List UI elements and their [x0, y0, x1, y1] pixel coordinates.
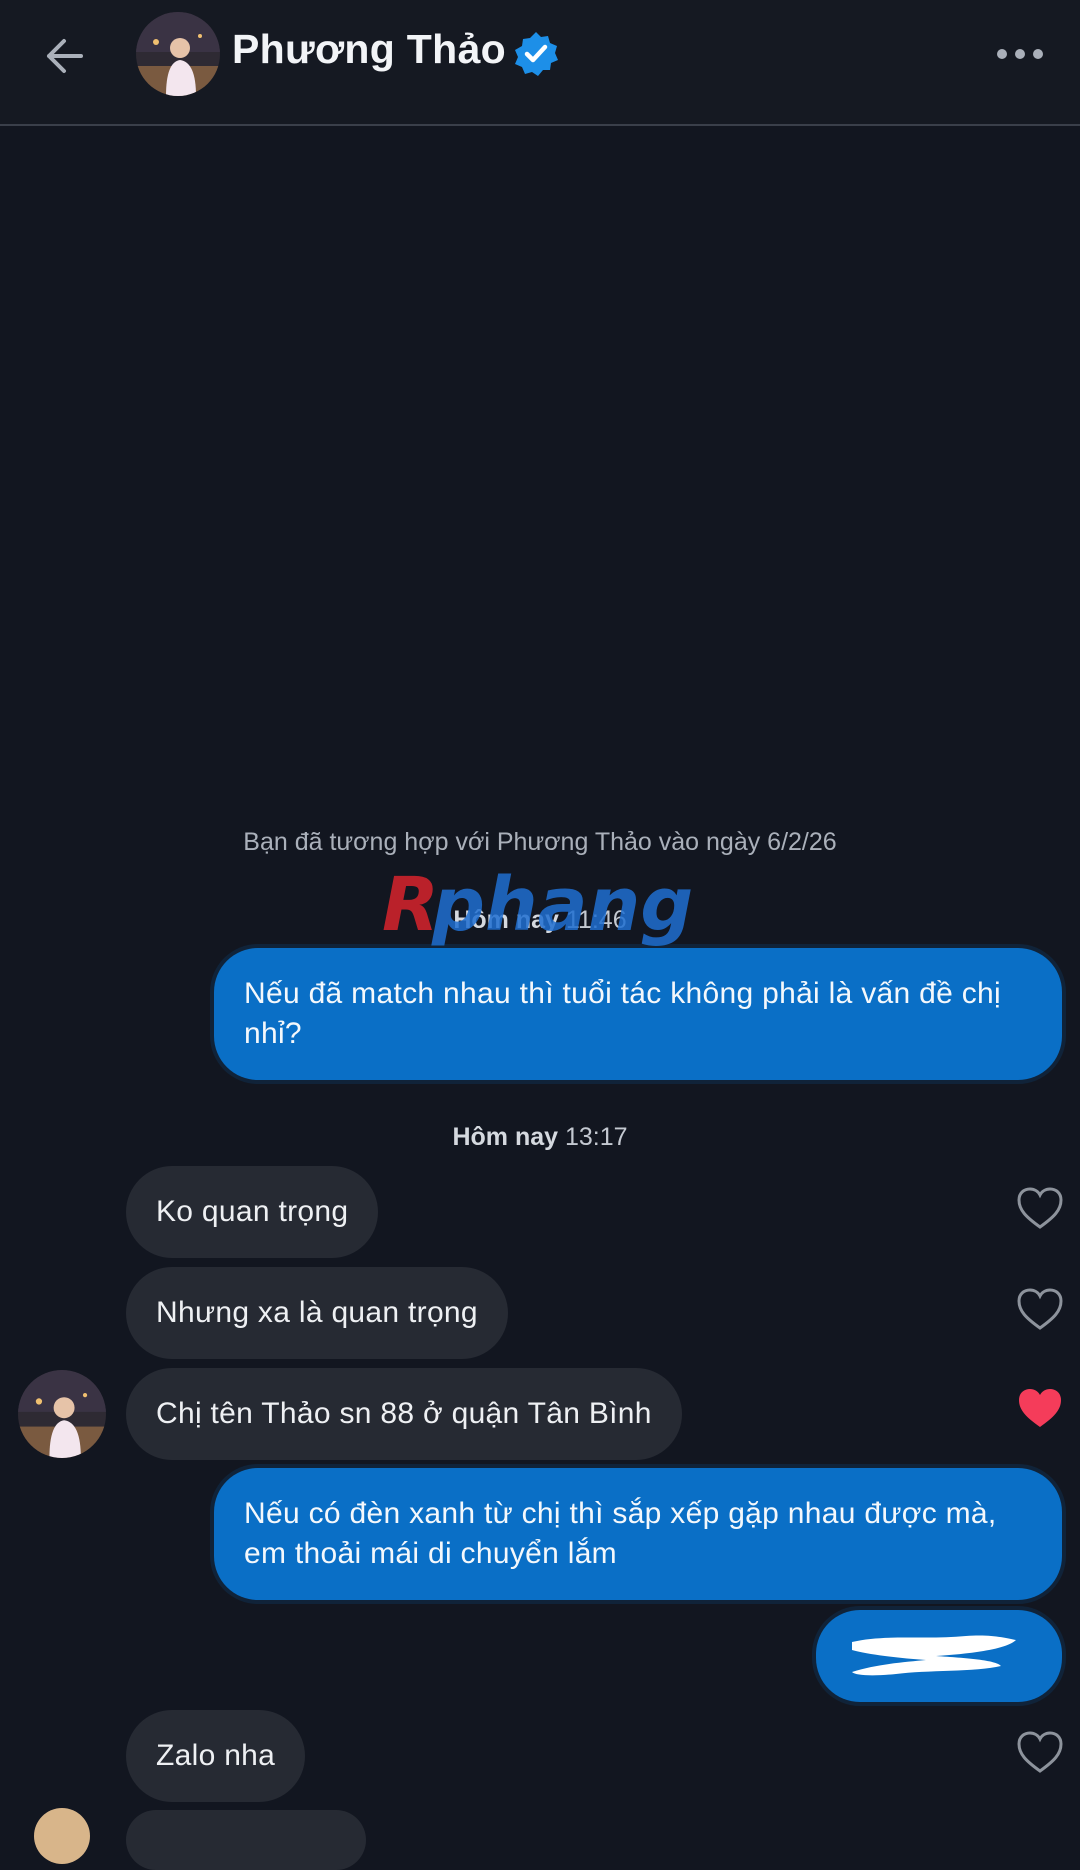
more-horizontal-icon: [997, 49, 1043, 59]
redaction-scribble: [852, 1635, 1016, 1676]
arrow-left-icon: [47, 39, 83, 73]
message-incoming-partial[interactable]: [126, 1810, 366, 1870]
message-incoming[interactable]: Ko quan trọng: [126, 1166, 379, 1258]
heart-icon[interactable]: [1016, 1287, 1064, 1331]
heart-icon[interactable]: [1016, 1186, 1064, 1230]
heart-icon[interactable]: [1016, 1730, 1064, 1774]
message-incoming[interactable]: Chị tên Thảo sn 88 ở quận Tân Bình: [126, 1368, 682, 1460]
message-outgoing-redacted[interactable]: [816, 1610, 1062, 1702]
back-button[interactable]: [36, 28, 92, 84]
sender-avatar[interactable]: [18, 1370, 106, 1458]
match-notice: Bạn đã tương hợp với Phương Thảo vào ngà…: [243, 828, 837, 856]
message-incoming[interactable]: Nhưng xa là quan trọng: [126, 1267, 508, 1359]
sender-avatar[interactable]: [34, 1808, 90, 1864]
avatar-photo: [18, 1370, 106, 1458]
avatar-photo: [136, 12, 220, 96]
timestamp-time: 13:17: [564, 1123, 628, 1151]
contact-avatar[interactable]: [136, 12, 220, 96]
chat-header: Phương Thảo: [0, 0, 1080, 126]
timestamp-day: Hôm nay: [452, 1123, 559, 1151]
timestamp: Hôm nay 13:17: [0, 1123, 1080, 1152]
more-options-button[interactable]: [990, 30, 1050, 78]
timestamp: Hôm nay 11:46: [0, 906, 1080, 935]
contact-name[interactable]: Phương Thảo: [232, 26, 506, 73]
heart-filled-icon[interactable]: [1016, 1386, 1064, 1430]
message-outgoing[interactable]: Nếu có đèn xanh từ chị thì sắp xếp gặp n…: [214, 1468, 1062, 1600]
verified-badge-icon: [515, 32, 558, 76]
timestamp-day: Hôm nay: [453, 906, 559, 934]
message-outgoing[interactable]: Nếu đã match nhau thì tuổi tác không phả…: [214, 948, 1062, 1080]
message-incoming[interactable]: Zalo nha: [126, 1710, 306, 1802]
timestamp-time: 11:46: [565, 906, 627, 934]
